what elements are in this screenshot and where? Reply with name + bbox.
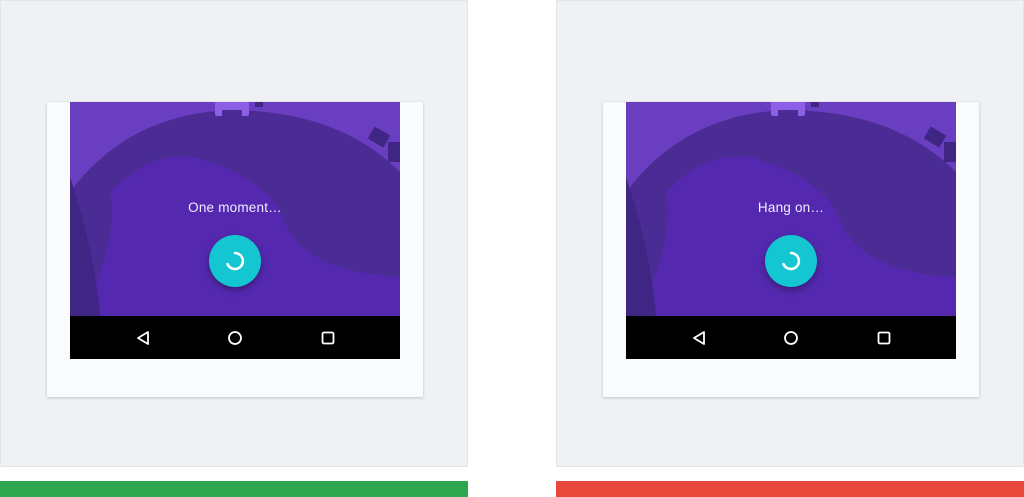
phone-screen: Hang on…: [626, 102, 956, 359]
home-circle-icon: [784, 331, 798, 345]
good-example-indicator-bar: [0, 481, 468, 497]
recent-apps-square-icon: [321, 331, 335, 345]
example-panel-bad: Hang on…: [556, 0, 1024, 467]
loading-screen: Hang on…: [626, 102, 956, 316]
bad-example-indicator-bar: [556, 481, 1024, 497]
device-card: One moment…: [47, 102, 423, 397]
loading-button: [765, 235, 817, 287]
nav-back-button[interactable]: [689, 328, 709, 348]
loading-message: Hang on…: [757, 200, 825, 215]
refresh-spinner-icon: [226, 251, 245, 271]
android-nav-bar: [70, 316, 400, 359]
home-circle-icon: [228, 331, 242, 345]
phone-screen: One moment…: [70, 102, 400, 359]
nav-recent-apps-button[interactable]: [318, 328, 338, 348]
nav-home-button[interactable]: [225, 328, 245, 348]
back-triangle-icon: [693, 331, 705, 345]
nav-recent-apps-button[interactable]: [874, 328, 894, 348]
loading-button: [209, 235, 261, 287]
example-panel-good: One moment…: [0, 0, 468, 467]
nav-home-button[interactable]: [781, 328, 801, 348]
android-nav-bar: [626, 316, 956, 359]
loading-message: One moment…: [188, 200, 282, 215]
recent-apps-square-icon: [877, 331, 891, 345]
nav-back-button[interactable]: [133, 328, 153, 348]
device-card: Hang on…: [603, 102, 979, 397]
refresh-spinner-icon: [782, 251, 801, 271]
loading-screen: One moment…: [70, 102, 400, 316]
back-triangle-icon: [137, 331, 149, 345]
